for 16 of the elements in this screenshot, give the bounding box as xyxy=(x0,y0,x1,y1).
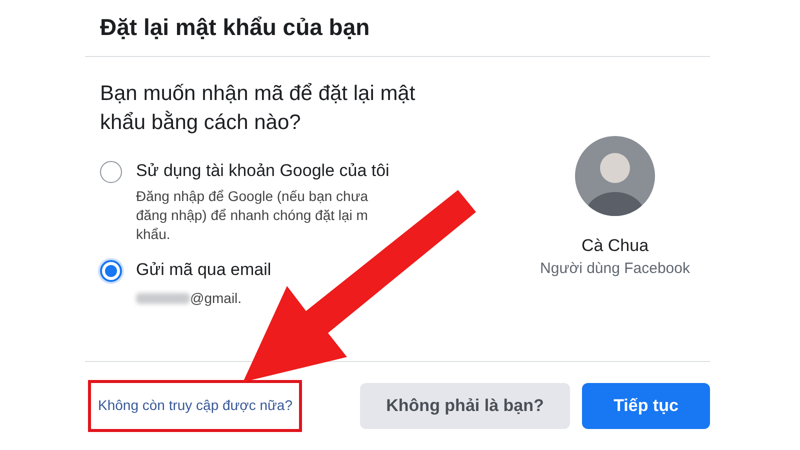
continue-button[interactable]: Tiếp tục xyxy=(582,383,710,429)
redacted-mark xyxy=(136,292,190,304)
email-text: @gmail. xyxy=(190,290,242,306)
no-access-link[interactable]: Không còn truy cập được nữa? xyxy=(98,397,292,413)
not-you-button[interactable]: Không phải là bạn? xyxy=(360,383,570,429)
option-label: Gửi mã qua email xyxy=(136,259,272,281)
profile-name: Cà Chua xyxy=(581,236,649,256)
option-description: đăng nhập) để nhanh chóng đặt lại m xyxy=(136,206,369,225)
option-description: khẩu. xyxy=(136,225,172,244)
radio-button[interactable] xyxy=(100,260,122,282)
dialog-title: Đặt lại mật khẩu của bạn xyxy=(100,14,371,41)
profile-subtitle: Người dùng Facebook xyxy=(540,260,690,277)
option-description: Đăng nhập để Google (nếu bạn chưa xyxy=(136,187,369,206)
radio-button[interactable] xyxy=(100,161,122,183)
question-text: Bạn muốn nhận mã để đặt lại mật khẩu bằng cách nào? xyxy=(100,81,416,136)
option-label: Sử dụng tài khoản Google của tôi xyxy=(136,160,390,182)
